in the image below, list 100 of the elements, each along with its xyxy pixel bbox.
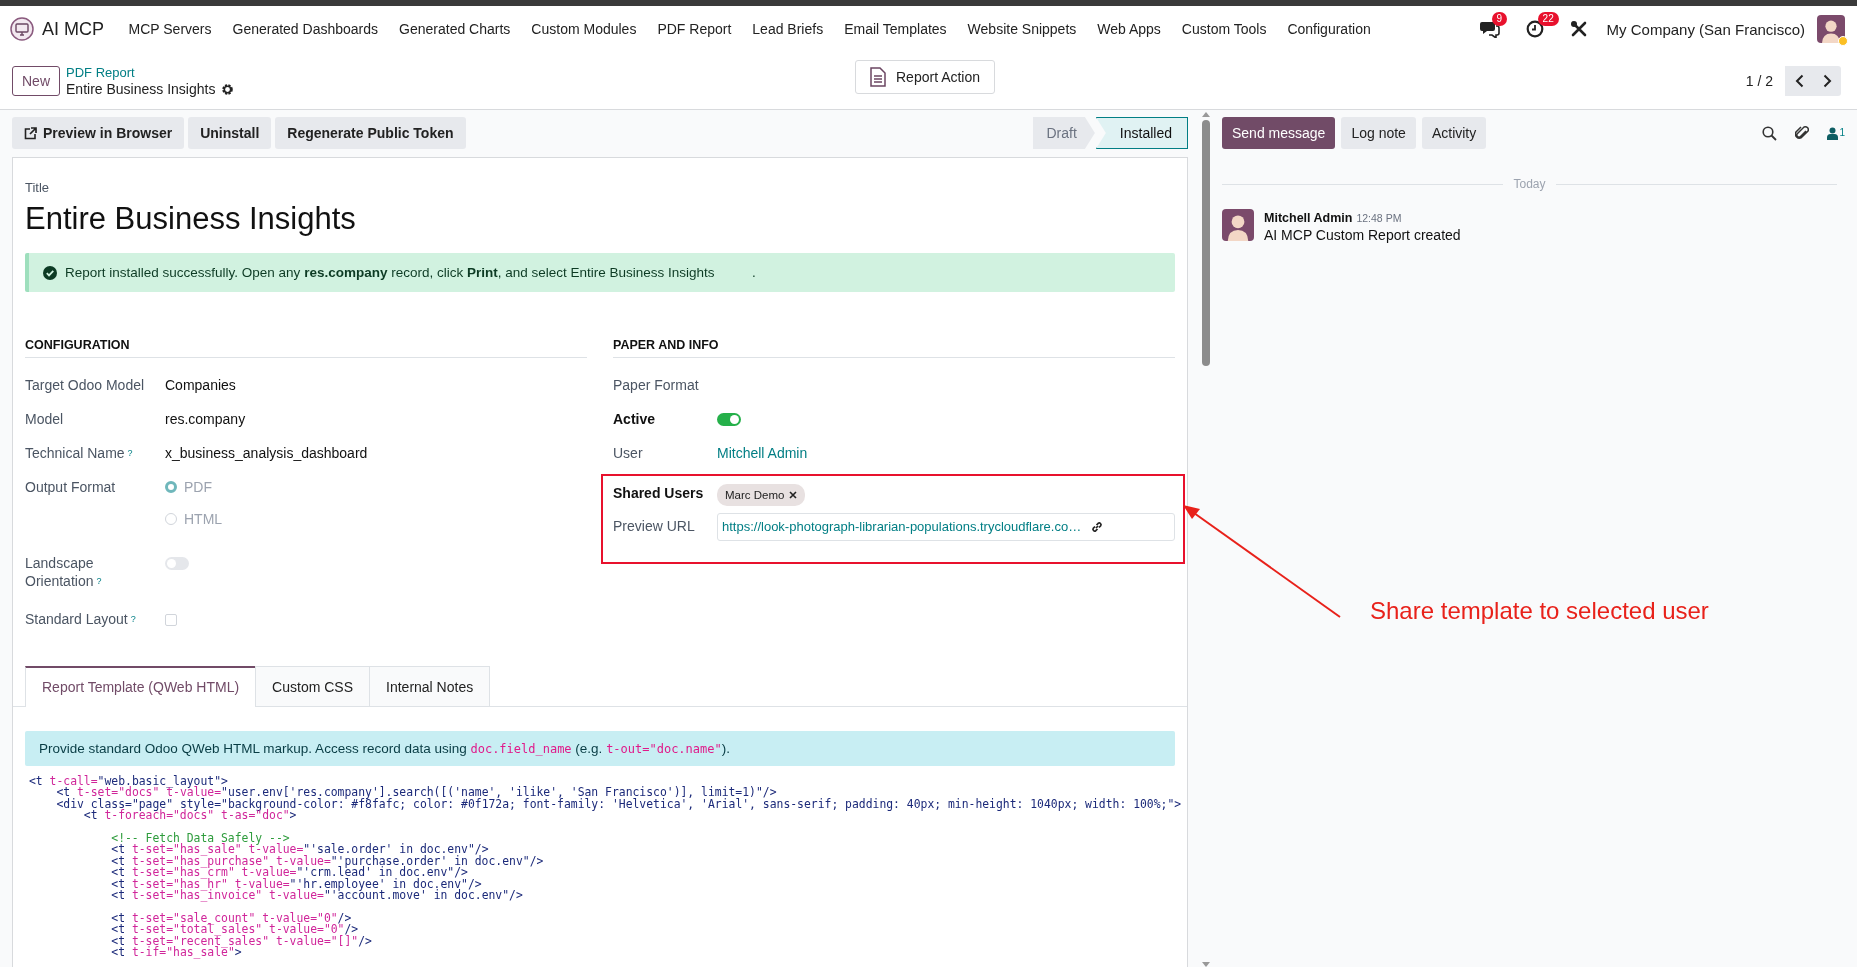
menu-item[interactable]: Lead Briefs (741, 21, 834, 37)
check-circle-icon (43, 265, 57, 280)
status-step[interactable]: Draft (1032, 117, 1095, 149)
date-divider: Today (1513, 177, 1546, 191)
previous-button[interactable] (1785, 65, 1813, 96)
annotation-text: Share template to selected user (1370, 597, 1709, 625)
menu-item[interactable]: Website Snippets (957, 21, 1087, 37)
field-label: Active (613, 411, 656, 427)
next-button[interactable] (1813, 65, 1841, 96)
tab[interactable]: Internal Notes (369, 666, 491, 706)
paperclip-icon[interactable] (1795, 125, 1810, 141)
action-button[interactable]: Regenerate Public Token (275, 117, 466, 149)
field-value: res.company (165, 411, 246, 427)
help-tooltip[interactable]: ? (130, 614, 136, 624)
field-value: Companies (165, 377, 236, 393)
tools-icon[interactable] (1569, 20, 1588, 38)
menu-item[interactable]: Web Apps (1086, 21, 1172, 37)
action-button[interactable]: Preview in Browser (12, 117, 185, 149)
field-label: Model (25, 411, 64, 427)
tab[interactable]: Report Template (QWeb HTML) (25, 666, 257, 707)
action-button[interactable]: Uninstall (188, 117, 272, 149)
field-label: Technical Name (25, 445, 125, 461)
status-step[interactable]: Installed (1095, 117, 1188, 149)
info-message: Provide standard Odoo QWeb HTML markup. Access record data using doc.field_name (e.g. t-out="doc.name"). (25, 731, 1175, 766)
user-tag: Marc Demo (717, 484, 806, 506)
alert-message: Report installed successfully. Open any res.company record, click Print, and select Entire Business Insights . (65, 265, 756, 280)
user-link[interactable]: Mitchell Admin (717, 445, 808, 461)
menu-item[interactable]: Email Templates (833, 21, 958, 37)
section-heading: PAPER AND INFO (613, 338, 1175, 358)
url-link[interactable]: https://look-photograph-librarian-populations.trycloudflare.co… (722, 518, 1082, 536)
radio-button[interactable] (165, 513, 177, 525)
code-line: <t t-set="total_sales" t-value="0"/> (110, 924, 359, 936)
menu-item[interactable]: Generated Charts (388, 21, 521, 37)
app-name[interactable]: AI MCP (42, 18, 104, 40)
help-tooltip[interactable]: ? (127, 448, 133, 458)
code-line: <t t-call="web.basic_layout"> (29, 776, 228, 788)
field-label: Preview URL (613, 518, 695, 534)
menu-item[interactable]: PDF Report (646, 21, 742, 37)
status-dot (1838, 36, 1848, 46)
chat-icon[interactable] (1479, 20, 1500, 38)
chevron-left-icon (1794, 73, 1804, 88)
follower-count: 1 (1839, 126, 1845, 138)
section-heading: CONFIGURATION (25, 338, 587, 358)
message-author: Mitchell Admin (1264, 211, 1353, 225)
chatter-button[interactable]: Activity (1421, 117, 1487, 149)
field-label: Shared Users (613, 485, 704, 501)
clock-icon[interactable] (1525, 20, 1544, 38)
breadcrumb-link[interactable]: PDF Report (66, 63, 235, 81)
code-line: <t t-foreach="docs" t-as="doc"> (82, 810, 297, 822)
menu-item[interactable]: Custom Tools (1171, 21, 1277, 37)
code-line: <t t-set="recent_sales" t-value="[]"/> (110, 935, 372, 948)
checkbox[interactable] (165, 614, 177, 626)
message-body: AI MCP Custom Report created (1264, 227, 1461, 243)
author-avatar (1222, 209, 1254, 241)
report-action-button[interactable]: Report Action (855, 60, 996, 94)
menu-item[interactable]: Custom Modules (520, 21, 647, 37)
menu-item[interactable]: Generated Dashboards (222, 21, 389, 37)
company-switcher[interactable]: My Company (San Francisco) (1606, 20, 1805, 38)
code-line: <t t-set="has_crm" t-value="'crm.lead' in doc.env"/> (110, 867, 468, 879)
field-label: Standard Layout (25, 611, 128, 627)
field-label: Output Format (25, 479, 116, 495)
radio-label: PDF (184, 478, 212, 496)
close-icon[interactable] (789, 491, 798, 499)
record-name: Entire Business Insights (66, 80, 216, 98)
field-label: User (613, 445, 643, 461)
code-line: <t t-set="has_sale" t-value="'sale.order' in doc.env"/> (110, 844, 489, 856)
tab[interactable]: Custom CSS (255, 666, 371, 706)
notification-badge: 9 (1491, 12, 1508, 26)
field-label: Paper Format (613, 377, 699, 393)
code-line: <t t-if="has_sale"> (110, 947, 242, 959)
notification-badge: 22 (1537, 12, 1559, 26)
document-icon (870, 67, 886, 87)
field-label: Title (25, 180, 51, 195)
toggle-switch[interactable] (165, 557, 189, 570)
menu-item[interactable]: Configuration (1276, 21, 1382, 37)
gear-icon[interactable] (221, 82, 235, 96)
chatter-button[interactable]: Send message (1222, 117, 1336, 149)
radio-label: HTML (184, 510, 223, 528)
toggle-switch[interactable] (717, 413, 741, 426)
chatter-button[interactable]: Log note (1341, 117, 1416, 149)
link-icon[interactable] (1091, 521, 1104, 533)
code-line: <t t-set="docs" t-value="user.env['res.company'].search([('name', 'ilike', 'San Francisco')], limit=1)"/> (55, 787, 777, 799)
field-label: Landscape Orientation (25, 555, 94, 589)
pager-value: 1 / 2 (1745, 72, 1773, 89)
help-tooltip[interactable]: ? (96, 576, 102, 586)
code-line: <t t-set="has_invoice" t-value="'account.move' in doc.env"/> (110, 890, 523, 902)
search-icon[interactable] (1762, 125, 1778, 141)
message-time: 12:48 PM (1356, 212, 1402, 224)
field-value: x_business_analysis_dashboard (165, 445, 368, 461)
new-button[interactable]: New (12, 65, 60, 96)
user-avatar (1817, 15, 1845, 43)
external-link-icon (24, 126, 37, 140)
follower-icon[interactable] (1827, 126, 1839, 140)
field-label: Target Odoo Model (25, 377, 145, 393)
menu-item[interactable]: MCP Servers (118, 21, 222, 37)
chevron-right-icon (1822, 73, 1832, 88)
radio-button[interactable] (165, 481, 177, 493)
record-title: Entire Business Insights (25, 201, 357, 237)
app-logo-icon (10, 17, 34, 41)
url-field[interactable]: https://look-photograph-librarian-populations.trycloudflare.co… (717, 513, 1175, 541)
